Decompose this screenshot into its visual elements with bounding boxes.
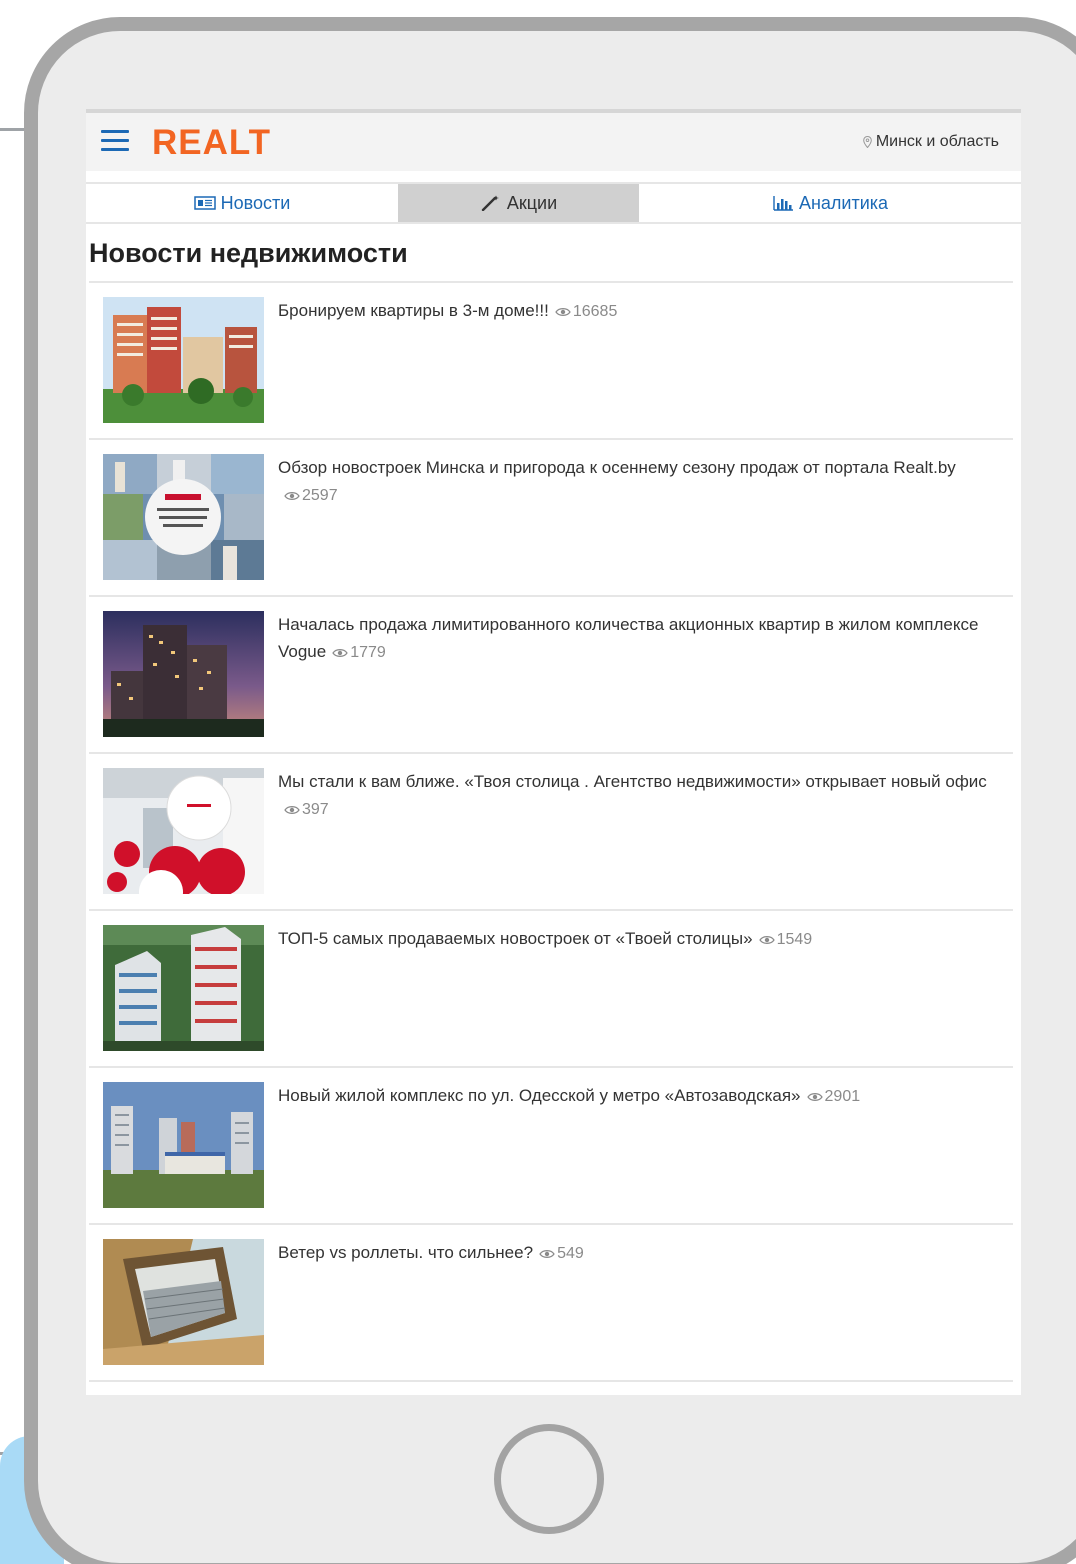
logo[interactable]: REALT bbox=[152, 123, 271, 163]
residential-complex-photo[interactable] bbox=[103, 1082, 264, 1208]
tab-label: Аналитика bbox=[798, 192, 889, 213]
news-title[interactable]: Ветер vs роллеты. что сильнее? 549 bbox=[278, 1239, 998, 1267]
news-title-text: Мы стали к вам ближе. «Твоя столица . Аг… bbox=[278, 772, 987, 791]
map-pin-icon bbox=[863, 136, 872, 148]
news-item[interactable]: Ветер vs роллеты. что сильнее? 549 bbox=[89, 1225, 1013, 1382]
region-selector[interactable]: Минск и область bbox=[863, 133, 999, 151]
view-count: 16685 bbox=[555, 303, 618, 320]
news-title[interactable]: Мы стали к вам ближе. «Твоя столица . Аг… bbox=[278, 768, 998, 823]
view-count-value: 2901 bbox=[824, 1088, 861, 1105]
newspaper-icon bbox=[193, 196, 216, 210]
eye-icon bbox=[284, 492, 300, 500]
tab-bar: Новости Акции Аналитика bbox=[86, 182, 1021, 224]
view-count-value: 16685 bbox=[572, 303, 618, 320]
tab-analytics[interactable]: Аналитика bbox=[639, 184, 1021, 222]
news-title[interactable]: ТОП-5 самых продаваемых новостроек от «Т… bbox=[278, 925, 998, 953]
tab-label: Акции bbox=[506, 192, 558, 213]
view-count: 2597 bbox=[284, 487, 338, 504]
news-title[interactable]: Бронируем квартиры в 3-м доме!!! 16685 bbox=[278, 297, 998, 325]
view-count: 1779 bbox=[332, 644, 386, 661]
view-count-value: 1549 bbox=[776, 931, 813, 948]
view-count-value: 1779 bbox=[350, 644, 386, 661]
bar-chart-icon bbox=[773, 196, 793, 211]
new-buildings-collage-photo[interactable] bbox=[103, 454, 264, 580]
eye-icon bbox=[539, 1250, 555, 1258]
news-title[interactable]: Новый жилой комплекс по ул. Одесской у м… bbox=[278, 1082, 998, 1110]
residential-towers-photo[interactable] bbox=[103, 297, 264, 423]
hamburger-menu-icon[interactable] bbox=[101, 130, 129, 154]
news-item[interactable]: Началась продажа лимитированного количес… bbox=[89, 597, 1013, 754]
view-count-value: 397 bbox=[302, 801, 329, 818]
eye-icon bbox=[758, 936, 775, 944]
news-item[interactable]: Бронируем квартиры в 3-м доме!!! 16685 bbox=[89, 283, 1013, 440]
tab-label: Новости bbox=[220, 192, 291, 213]
tower-at-dusk-photo[interactable] bbox=[103, 611, 264, 737]
magic-wand-icon bbox=[481, 195, 499, 211]
top-bar: REALT Минск и область bbox=[86, 109, 1021, 171]
news-title-text: Ветер vs роллеты. что сильнее? bbox=[278, 1243, 534, 1262]
view-count: 2901 bbox=[806, 1088, 861, 1105]
view-count-value: 549 bbox=[557, 1245, 584, 1262]
view-count: 1549 bbox=[758, 931, 813, 948]
news-title[interactable]: Началась продажа лимитированного количес… bbox=[278, 611, 998, 666]
news-list: Бронируем квартиры в 3-м доме!!! 16685 О… bbox=[89, 283, 1013, 1382]
tab-news[interactable]: Новости bbox=[86, 184, 398, 222]
news-item[interactable]: Мы стали к вам ближе. «Твоя столица . Аг… bbox=[89, 754, 1013, 911]
news-item[interactable]: Обзор новостроек Минска и пригорода к ос… bbox=[89, 440, 1013, 597]
region-label: Минск и область bbox=[875, 133, 999, 150]
home-button[interactable] bbox=[494, 1424, 604, 1534]
eye-icon bbox=[806, 1093, 823, 1101]
highrise-aerial-photo[interactable] bbox=[103, 925, 264, 1051]
eye-icon bbox=[332, 649, 348, 657]
roller-shutter-window-photo[interactable] bbox=[103, 1239, 264, 1365]
news-title-text: ТОП-5 самых продаваемых новостроек от «Т… bbox=[278, 929, 753, 948]
eye-icon bbox=[284, 806, 300, 814]
tablet-screen: REALT Минск и область Новости Акции Анал… bbox=[86, 109, 1021, 1395]
news-title[interactable]: Обзор новостроек Минска и пригорода к ос… bbox=[278, 454, 998, 509]
page-title: Новости недвижимости bbox=[89, 238, 408, 268]
view-count: 549 bbox=[539, 1245, 584, 1262]
news-title-text: Бронируем квартиры в 3-м доме!!! bbox=[278, 301, 549, 320]
news-item[interactable]: Новый жилой комплекс по ул. Одесской у м… bbox=[89, 1068, 1013, 1225]
view-count-value: 2597 bbox=[302, 487, 338, 504]
balloons-office-photo[interactable] bbox=[103, 768, 264, 894]
tab-promotions[interactable]: Акции bbox=[398, 184, 639, 222]
news-item[interactable]: ТОП-5 самых продаваемых новостроек от «Т… bbox=[89, 911, 1013, 1068]
stage: REALT Минск и область Новости Акции Анал… bbox=[0, 0, 1076, 1564]
eye-icon bbox=[555, 308, 571, 316]
news-title-text: Новый жилой комплекс по ул. Одесской у м… bbox=[278, 1086, 801, 1105]
view-count: 397 bbox=[284, 801, 329, 818]
news-title-text: Обзор новостроек Минска и пригорода к ос… bbox=[278, 458, 956, 477]
